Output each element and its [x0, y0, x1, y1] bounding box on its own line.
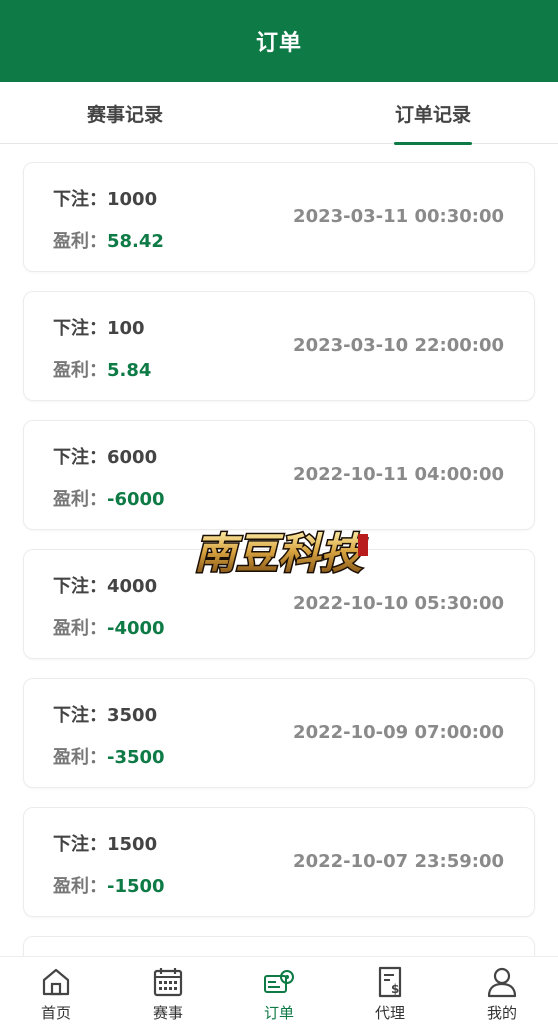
- order-time: 2022-10-07 23:59:00: [293, 851, 504, 872]
- bet-row: 下注：100: [53, 314, 145, 340]
- bet-label: 下注：: [53, 834, 107, 855]
- tabbar-label: 我的: [486, 1004, 517, 1022]
- bet-label: 下注：: [53, 318, 107, 339]
- page-title: 订单: [255, 31, 302, 56]
- tabbar-item-orders[interactable]: 订单: [239, 957, 319, 1024]
- tabbar-item-me[interactable]: 我的: [462, 957, 542, 1024]
- svg-text:南豆科技: 南豆科技: [194, 529, 368, 578]
- order-card[interactable]: 下注：100 盈利：5.84 2023-03-10 22:00:00: [23, 291, 535, 401]
- bet-row: 下注：1500: [53, 830, 157, 856]
- calendar-icon: [153, 968, 183, 997]
- bet-amount: 3500: [107, 705, 158, 726]
- tabbar-item-agent[interactable]: $ 代理: [350, 957, 430, 1024]
- bet-row: 下注：6000: [53, 443, 157, 469]
- order-time: 2022-10-10 05:30:00: [293, 593, 504, 614]
- order-card-partial[interactable]: [23, 936, 535, 956]
- profit-label: 盈利：: [53, 876, 107, 897]
- bottom-tab-bar: 首页 赛事 订单 $ 代理 我的: [0, 956, 558, 1024]
- profit-row: 盈利：-1500: [53, 872, 165, 898]
- bet-row: 下注：4000: [53, 572, 157, 598]
- bet-amount: 4000: [107, 576, 158, 597]
- agent-doc-icon: $: [378, 966, 402, 998]
- profit-value: -6000: [107, 489, 165, 510]
- watermark-logo: 南豆科技: [193, 528, 370, 580]
- bet-amount: 100: [107, 318, 145, 339]
- app-header: 订单: [0, 0, 558, 82]
- order-time: 2023-03-10 22:00:00: [293, 335, 504, 356]
- profit-value: -1500: [107, 876, 165, 897]
- tabbar-label: 首页: [40, 1004, 71, 1022]
- tabbar-item-home[interactable]: 首页: [16, 957, 96, 1024]
- profit-value: -3500: [107, 747, 165, 768]
- order-time: 2022-10-09 07:00:00: [293, 722, 504, 743]
- order-card[interactable]: 下注：3500 盈利：-3500 2022-10-09 07:00:00: [23, 678, 535, 788]
- profit-label: 盈利：: [53, 360, 107, 381]
- tabbar-label: 代理: [374, 1004, 405, 1022]
- order-time: 2022-10-11 04:00:00: [293, 464, 504, 485]
- svg-text:$: $: [391, 982, 399, 996]
- order-card[interactable]: 下注：1500 盈利：-1500 2022-10-07 23:59:00: [23, 807, 535, 917]
- tab-label: 订单记录: [394, 103, 471, 126]
- home-icon: [42, 968, 70, 996]
- profit-row: 盈利：58.42: [53, 227, 164, 253]
- user-icon: [487, 967, 517, 998]
- profit-row: 盈利：-3500: [53, 743, 165, 769]
- tabbar-item-matches[interactable]: 赛事: [128, 957, 208, 1024]
- order-icon: [264, 970, 294, 993]
- bet-label: 下注：: [53, 189, 107, 210]
- record-tabs: 赛事记录 订单记录: [0, 82, 558, 145]
- order-card[interactable]: 下注：6000 盈利：-6000 2022-10-11 04:00:00: [23, 420, 535, 530]
- tab-order-records[interactable]: 订单记录: [383, 82, 483, 145]
- bet-amount: 1000: [107, 189, 158, 210]
- order-card[interactable]: 下注：1000 盈利：58.42 2023-03-11 00:30:00: [23, 162, 535, 272]
- bet-label: 下注：: [53, 447, 107, 468]
- bet-row: 下注：1000: [53, 185, 157, 211]
- bet-label: 下注：: [53, 705, 107, 726]
- profit-row: 盈利：5.84: [53, 356, 151, 382]
- profit-value: -4000: [107, 618, 165, 639]
- profit-row: 盈利：-4000: [53, 614, 165, 640]
- bet-amount: 6000: [107, 447, 158, 468]
- profit-label: 盈利：: [53, 489, 107, 510]
- profit-label: 盈利：: [53, 231, 107, 252]
- tab-label: 赛事记录: [86, 103, 163, 126]
- profit-label: 盈利：: [53, 618, 107, 639]
- bet-amount: 1500: [107, 834, 158, 855]
- bet-row: 下注：3500: [53, 701, 157, 727]
- profit-label: 盈利：: [53, 747, 107, 768]
- tabbar-label: 订单: [263, 1004, 294, 1022]
- order-time: 2023-03-11 00:30:00: [293, 206, 504, 227]
- tabbar-label: 赛事: [152, 1004, 183, 1022]
- profit-row: 盈利：-6000: [53, 485, 165, 511]
- profit-value: 58.42: [107, 231, 164, 252]
- profit-value: 5.84: [107, 360, 152, 381]
- bet-label: 下注：: [53, 576, 107, 597]
- tab-match-records[interactable]: 赛事记录: [75, 82, 175, 144]
